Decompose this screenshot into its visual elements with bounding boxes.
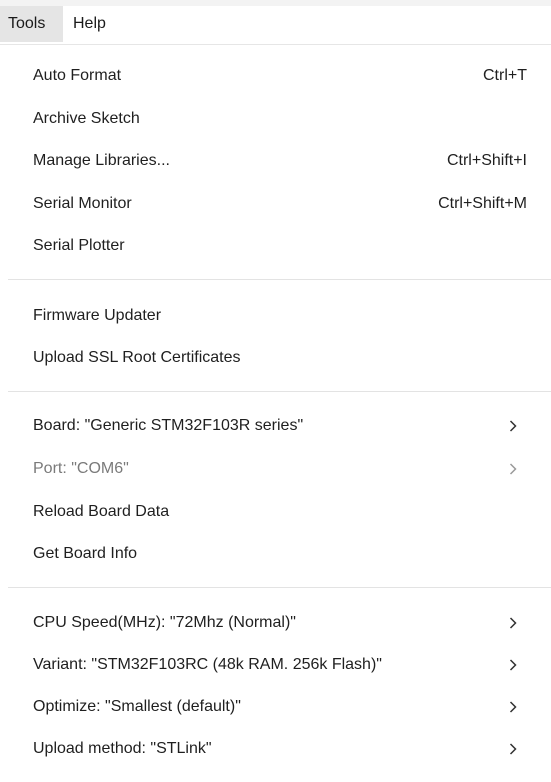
menu-separator bbox=[8, 587, 551, 588]
menu-item-firmware-updater[interactable]: Firmware Updater bbox=[0, 296, 551, 336]
menu-item-label: Optimize: "Smallest (default)" bbox=[33, 698, 241, 715]
menu-item-optimize[interactable]: Optimize: "Smallest (default)" bbox=[0, 687, 551, 727]
chevron-right-icon bbox=[509, 645, 521, 685]
menu-item-port: Port: "COM6" bbox=[0, 449, 551, 489]
chevron-right-icon bbox=[509, 729, 521, 769]
menu-item-serial-plotter[interactable]: Serial Plotter bbox=[0, 226, 551, 266]
menu-item-shortcut: Ctrl+Shift+I bbox=[446, 152, 527, 169]
menu-bar: Tools Help bbox=[0, 0, 551, 44]
menu-item-label: Upload SSL Root Certificates bbox=[33, 349, 241, 366]
menu-item-archive-sketch[interactable]: Archive Sketch bbox=[0, 99, 551, 139]
menu-item-upload-method[interactable]: Upload method: "STLink" bbox=[0, 729, 551, 769]
menu-item-variant[interactable]: Variant: "STM32F103RC (48k RAM. 256k Fla… bbox=[0, 645, 551, 685]
menu-separator bbox=[8, 279, 551, 280]
menu-item-cpu-speed[interactable]: CPU Speed(MHz): "72Mhz (Normal)" bbox=[0, 603, 551, 643]
menu-item-label: CPU Speed(MHz): "72Mhz (Normal)" bbox=[33, 614, 296, 631]
menu-item-label: Archive Sketch bbox=[33, 110, 140, 127]
menu-item-manage-libraries[interactable]: Manage Libraries... Ctrl+Shift+I bbox=[0, 141, 551, 181]
menu-item-auto-format[interactable]: Auto Format Ctrl+T bbox=[0, 56, 551, 96]
menu-item-label: Reload Board Data bbox=[33, 503, 170, 520]
menu-item-upload-ssl-root-certificates[interactable]: Upload SSL Root Certificates bbox=[0, 338, 551, 378]
menu-item-label: Variant: "STM32F103RC (48k RAM. 256k Fla… bbox=[33, 656, 382, 673]
menu-item-label: Manage Libraries... bbox=[33, 152, 170, 169]
menu-separator bbox=[8, 391, 551, 392]
menu-item-label: Serial Monitor bbox=[33, 195, 132, 212]
menu-item-label: Get Board Info bbox=[33, 545, 138, 562]
menu-item-reload-board-data[interactable]: Reload Board Data bbox=[0, 492, 551, 532]
menu-item-shortcut: Ctrl+T bbox=[483, 67, 527, 84]
menu-item-board[interactable]: Board: "Generic STM32F103R series" bbox=[0, 406, 551, 446]
menu-item-label: Board: "Generic STM32F103R series" bbox=[33, 417, 304, 434]
tools-dropdown-menu: Auto Format Ctrl+T Archive Sketch Manage… bbox=[0, 44, 551, 782]
chevron-right-icon bbox=[509, 687, 521, 727]
chevron-right-icon bbox=[509, 406, 521, 446]
menu-tools[interactable]: Tools bbox=[0, 6, 63, 42]
menu-item-label: Serial Plotter bbox=[33, 237, 125, 254]
menu-help[interactable]: Help bbox=[65, 6, 121, 42]
menu-item-get-board-info[interactable]: Get Board Info bbox=[0, 534, 551, 574]
chevron-right-icon bbox=[509, 449, 521, 489]
chevron-right-icon bbox=[509, 603, 521, 643]
menu-item-serial-monitor[interactable]: Serial Monitor Ctrl+Shift+M bbox=[0, 184, 551, 224]
menu-item-label: Auto Format bbox=[33, 67, 122, 84]
menu-item-label: Port: "COM6" bbox=[33, 460, 129, 477]
menu-item-label: Firmware Updater bbox=[33, 307, 162, 324]
menu-item-label: Upload method: "STLink" bbox=[33, 740, 212, 757]
menu-item-shortcut: Ctrl+Shift+M bbox=[438, 195, 527, 212]
